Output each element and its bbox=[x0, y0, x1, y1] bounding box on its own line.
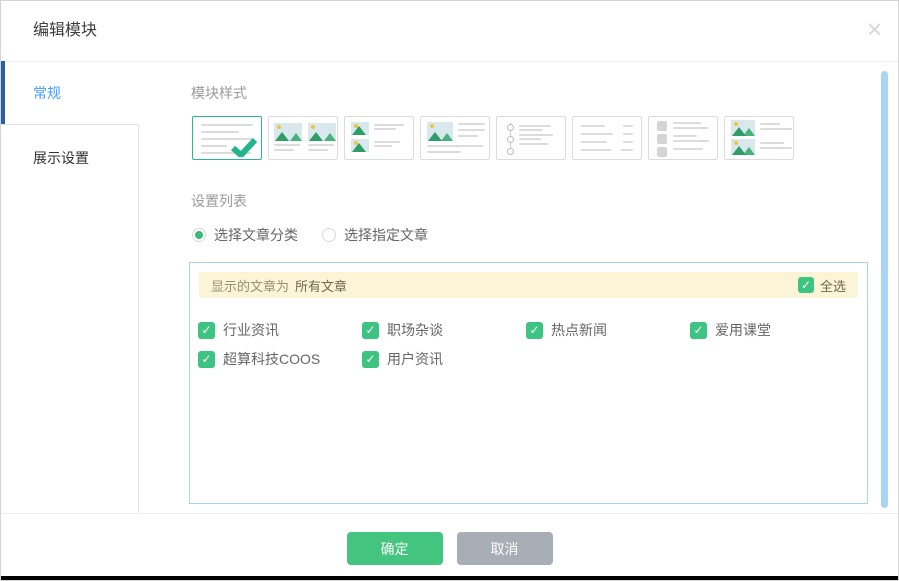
checkbox-checked-icon[interactable]: ✓ bbox=[798, 277, 814, 293]
image-placeholder-icon bbox=[351, 139, 369, 152]
style-option-title-date-list[interactable] bbox=[572, 116, 642, 160]
checkbox-checked-icon[interactable]: ✓ bbox=[362, 322, 379, 339]
category-list: ✓ 行业资讯 ✓ 职场杂谈 ✓ 热点新闻 ✓ 爱用课堂 ✓ 超算科技COOS ✓… bbox=[190, 307, 868, 378]
footer-divider bbox=[1, 513, 898, 514]
tab-display-settings[interactable]: 展示设置 bbox=[1, 125, 138, 191]
checkbox-checked-icon[interactable]: ✓ bbox=[526, 322, 543, 339]
image-placeholder-icon bbox=[274, 123, 302, 141]
filter-value: 所有文章 bbox=[295, 276, 347, 295]
select-all-control[interactable]: ✓ 全选 bbox=[798, 276, 846, 295]
dialog-footer: 确定 取消 bbox=[1, 532, 898, 565]
filter-prefix: 显示的文章为 bbox=[211, 276, 289, 295]
category-item[interactable]: ✓ 超算科技COOS bbox=[198, 349, 362, 369]
image-placeholder-icon bbox=[731, 120, 755, 136]
style-option-thumb-rows[interactable] bbox=[724, 116, 794, 160]
category-item[interactable]: ✓ 爱用课堂 bbox=[690, 320, 854, 340]
cancel-button[interactable]: 取消 bbox=[457, 532, 553, 565]
dialog-header: 编辑模块 × bbox=[1, 1, 898, 62]
edit-module-dialog: 编辑模块 × 常规 展示设置 模块样式 bbox=[0, 0, 899, 581]
radio-specific-article[interactable]: 选择指定文章 bbox=[322, 225, 428, 245]
image-placeholder-icon bbox=[427, 122, 453, 141]
radio-unselected-icon[interactable] bbox=[322, 228, 336, 242]
category-panel: 显示的文章为 所有文章 ✓ 全选 ✓ 行业资讯 ✓ 职场杂谈 ✓ 热点新闻 ✓ bbox=[189, 262, 868, 504]
tab-general[interactable]: 常规 bbox=[1, 61, 138, 125]
module-style-options bbox=[192, 116, 794, 160]
article-source-radios: 选择文章分类 选择指定文章 bbox=[192, 225, 428, 245]
dialog-title: 编辑模块 bbox=[33, 1, 97, 61]
confirm-button[interactable]: 确定 bbox=[347, 532, 443, 565]
sidebar-divider bbox=[138, 125, 139, 513]
filter-bar: 显示的文章为 所有文章 ✓ 全选 bbox=[199, 272, 858, 298]
style-option-stacked-thumbs[interactable] bbox=[344, 116, 414, 160]
category-item[interactable]: ✓ 职场杂谈 bbox=[362, 320, 526, 340]
checkbox-checked-icon[interactable]: ✓ bbox=[362, 351, 379, 368]
style-option-timeline[interactable] bbox=[496, 116, 566, 160]
image-placeholder-icon bbox=[731, 139, 755, 155]
category-item[interactable]: ✓ 热点新闻 bbox=[526, 320, 690, 340]
selected-check-icon bbox=[230, 138, 258, 157]
style-option-image-cards[interactable] bbox=[268, 116, 338, 160]
category-item[interactable]: ✓ 用户资讯 bbox=[362, 349, 526, 369]
checkbox-checked-icon[interactable]: ✓ bbox=[198, 351, 215, 368]
style-option-text-list[interactable] bbox=[192, 116, 262, 160]
image-placeholder-icon bbox=[351, 122, 369, 135]
style-option-image-left[interactable] bbox=[420, 116, 490, 160]
close-icon[interactable]: × bbox=[867, 16, 882, 42]
radio-article-category[interactable]: 选择文章分类 bbox=[192, 225, 298, 245]
image-placeholder-icon bbox=[308, 123, 336, 141]
radio-selected-icon[interactable] bbox=[192, 228, 206, 242]
category-item[interactable]: ✓ 行业资讯 bbox=[198, 320, 362, 340]
vertical-scrollbar[interactable] bbox=[881, 71, 888, 508]
list-settings-label: 设置列表 bbox=[191, 191, 247, 211]
style-option-square-thumbs[interactable] bbox=[648, 116, 718, 160]
select-all-label: 全选 bbox=[820, 276, 846, 295]
window-bottom-edge bbox=[1, 576, 898, 580]
checkbox-checked-icon[interactable]: ✓ bbox=[690, 322, 707, 339]
module-style-label: 模块样式 bbox=[191, 83, 247, 103]
checkbox-checked-icon[interactable]: ✓ bbox=[198, 322, 215, 339]
